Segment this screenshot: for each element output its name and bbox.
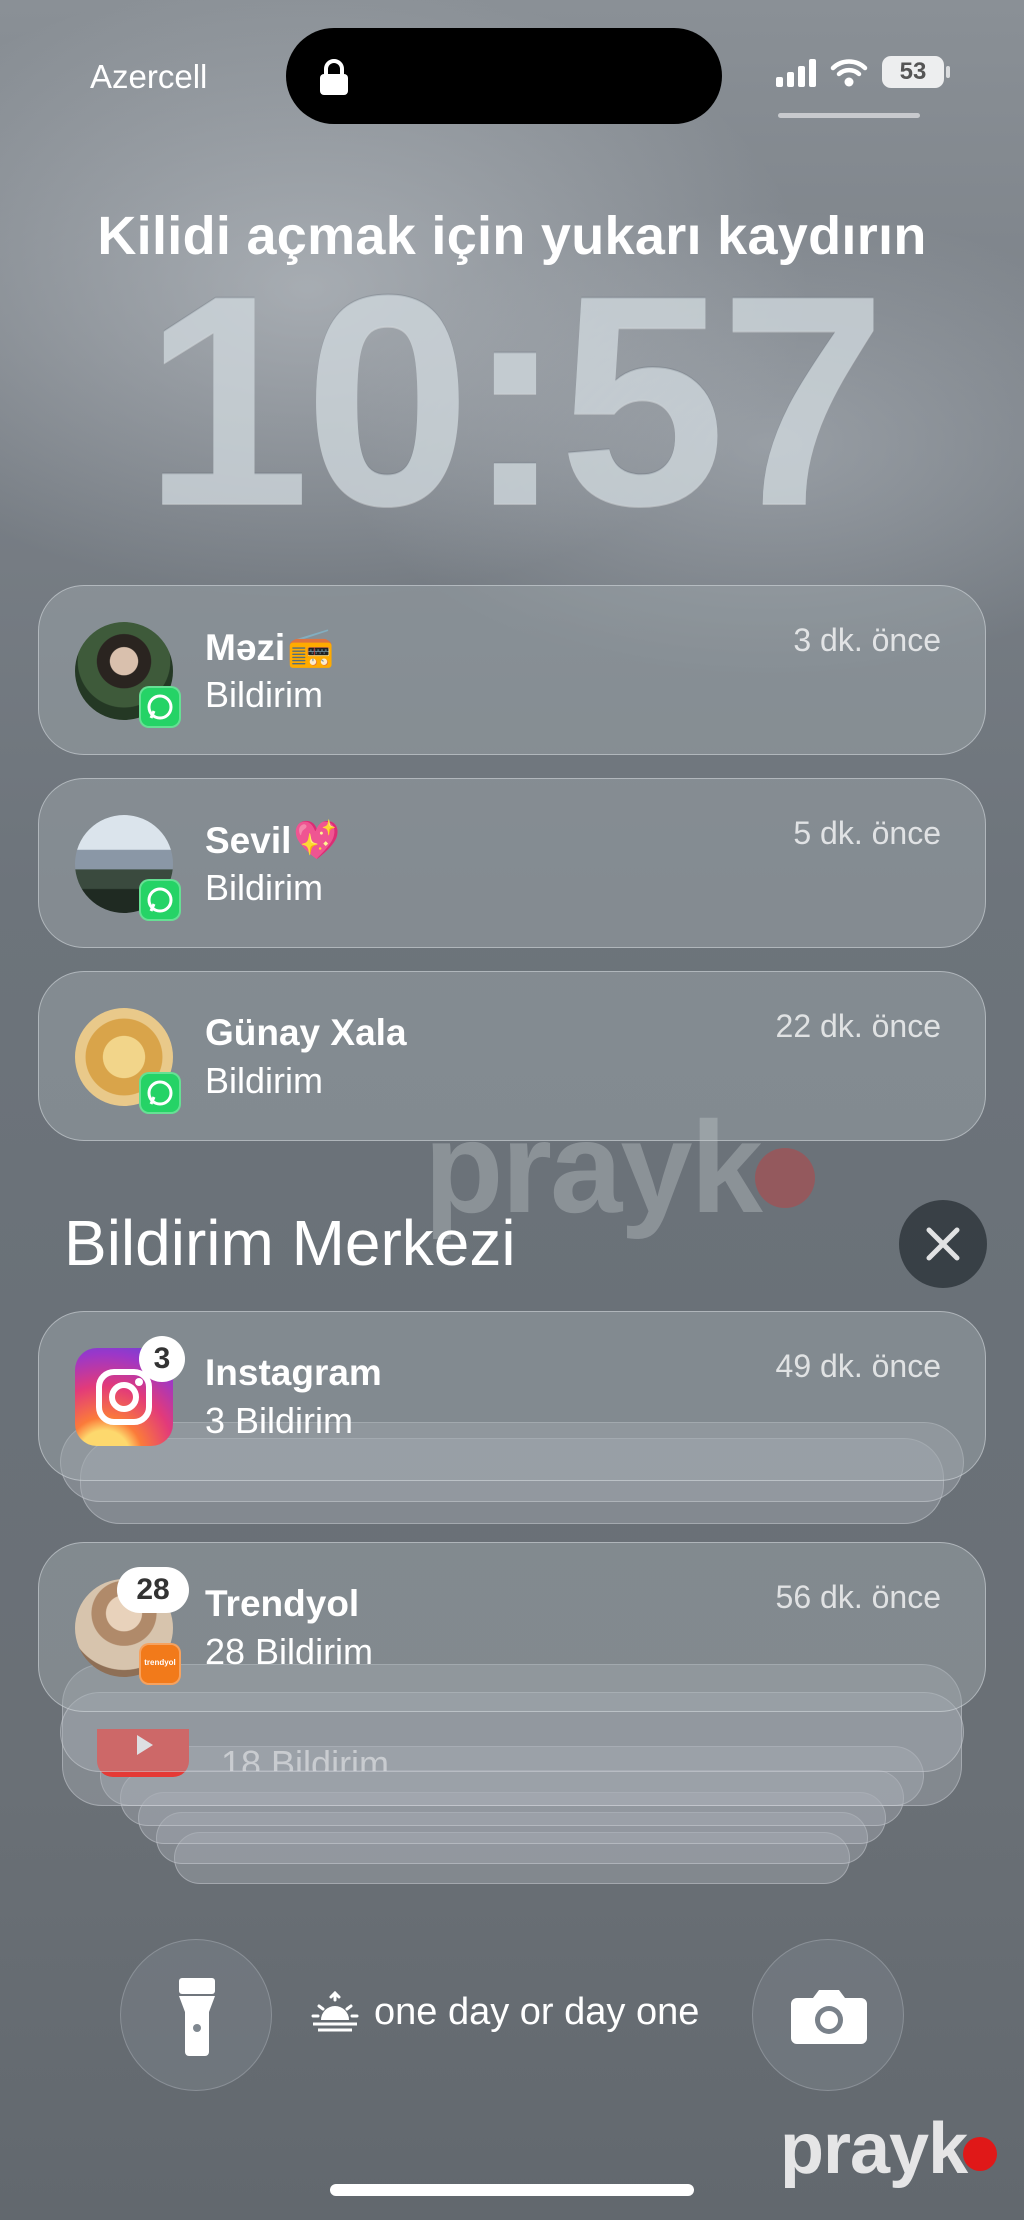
heart-emoji: 💖 <box>293 820 341 862</box>
radio-emoji: 📻 <box>287 627 335 669</box>
notification-time: 5 dk. önce <box>793 815 941 851</box>
close-icon[interactable] <box>899 1200 987 1288</box>
whatsapp-icon <box>139 686 181 728</box>
notification-body: 28 Bildirim <box>205 1631 374 1672</box>
notification-body: Bildirim <box>205 674 324 715</box>
notification-group-instagram[interactable]: 3 Instagram 3 Bildirim 49 dk. önce <box>38 1311 986 1481</box>
whatsapp-icon <box>139 1072 181 1114</box>
notification-title: Trendyol <box>205 1583 360 1624</box>
count-badge: 3 <box>139 1336 185 1382</box>
carrier-name: Azercell <box>90 58 208 95</box>
lock-clock: 10:57 <box>143 232 886 568</box>
trendyol-icon-label: trendyol <box>144 1658 176 1667</box>
notification-title: Günay Xala <box>205 1012 407 1053</box>
camera-icon <box>791 1990 867 2044</box>
notification-body: 3 Bildirim <box>205 1400 354 1441</box>
notification-title: Instagram <box>205 1352 382 1393</box>
focus-label: one day or day one <box>374 1990 700 2033</box>
notification-body: Bildirim <box>205 1060 324 1101</box>
notification-title: Məzi📻 <box>205 627 335 669</box>
lock-icon <box>320 59 348 95</box>
dynamic-island <box>286 28 722 124</box>
count-badge: 28 <box>117 1567 189 1613</box>
status-icons: 53 <box>776 56 950 88</box>
notification-center-title: Bildirim Merkezi <box>64 1207 516 1279</box>
flashlight-icon <box>179 1978 215 2056</box>
notification-time: 3 dk. önce <box>793 622 941 658</box>
notification-time: 56 dk. önce <box>775 1579 941 1615</box>
focus-status[interactable]: one day or day one <box>310 1990 699 2034</box>
signal-icon <box>776 57 816 87</box>
notification-group-trendyol[interactable]: 28 trendyol Trendyol 28 Bildirim 56 dk. … <box>38 1542 986 1712</box>
notification-body: Bildirim <box>205 867 324 908</box>
wifi-icon <box>830 59 868 87</box>
status-bar: Azercell 53 <box>0 0 1024 124</box>
watermark-logo: prayk <box>780 2108 998 2190</box>
notification-time: 49 dk. önce <box>775 1348 941 1384</box>
trendyol-icon: trendyol <box>139 1643 181 1685</box>
notification-sevil[interactable]: Sevil💖 Bildirim 5 dk. önce <box>38 778 986 948</box>
notification-title: Sevil💖 <box>205 820 341 862</box>
camera-button[interactable] <box>752 1939 904 2091</box>
sunrise-icon <box>311 1990 359 2032</box>
notification-time: 22 dk. önce <box>775 1008 941 1044</box>
whatsapp-icon <box>139 879 181 921</box>
status-underline <box>778 113 920 118</box>
home-indicator[interactable] <box>330 2184 694 2196</box>
flashlight-button[interactable] <box>120 1939 272 2091</box>
battery-icon: 53 <box>882 56 950 88</box>
notification-mezi[interactable]: Məzi📻 Bildirim 3 dk. önce <box>38 585 986 755</box>
